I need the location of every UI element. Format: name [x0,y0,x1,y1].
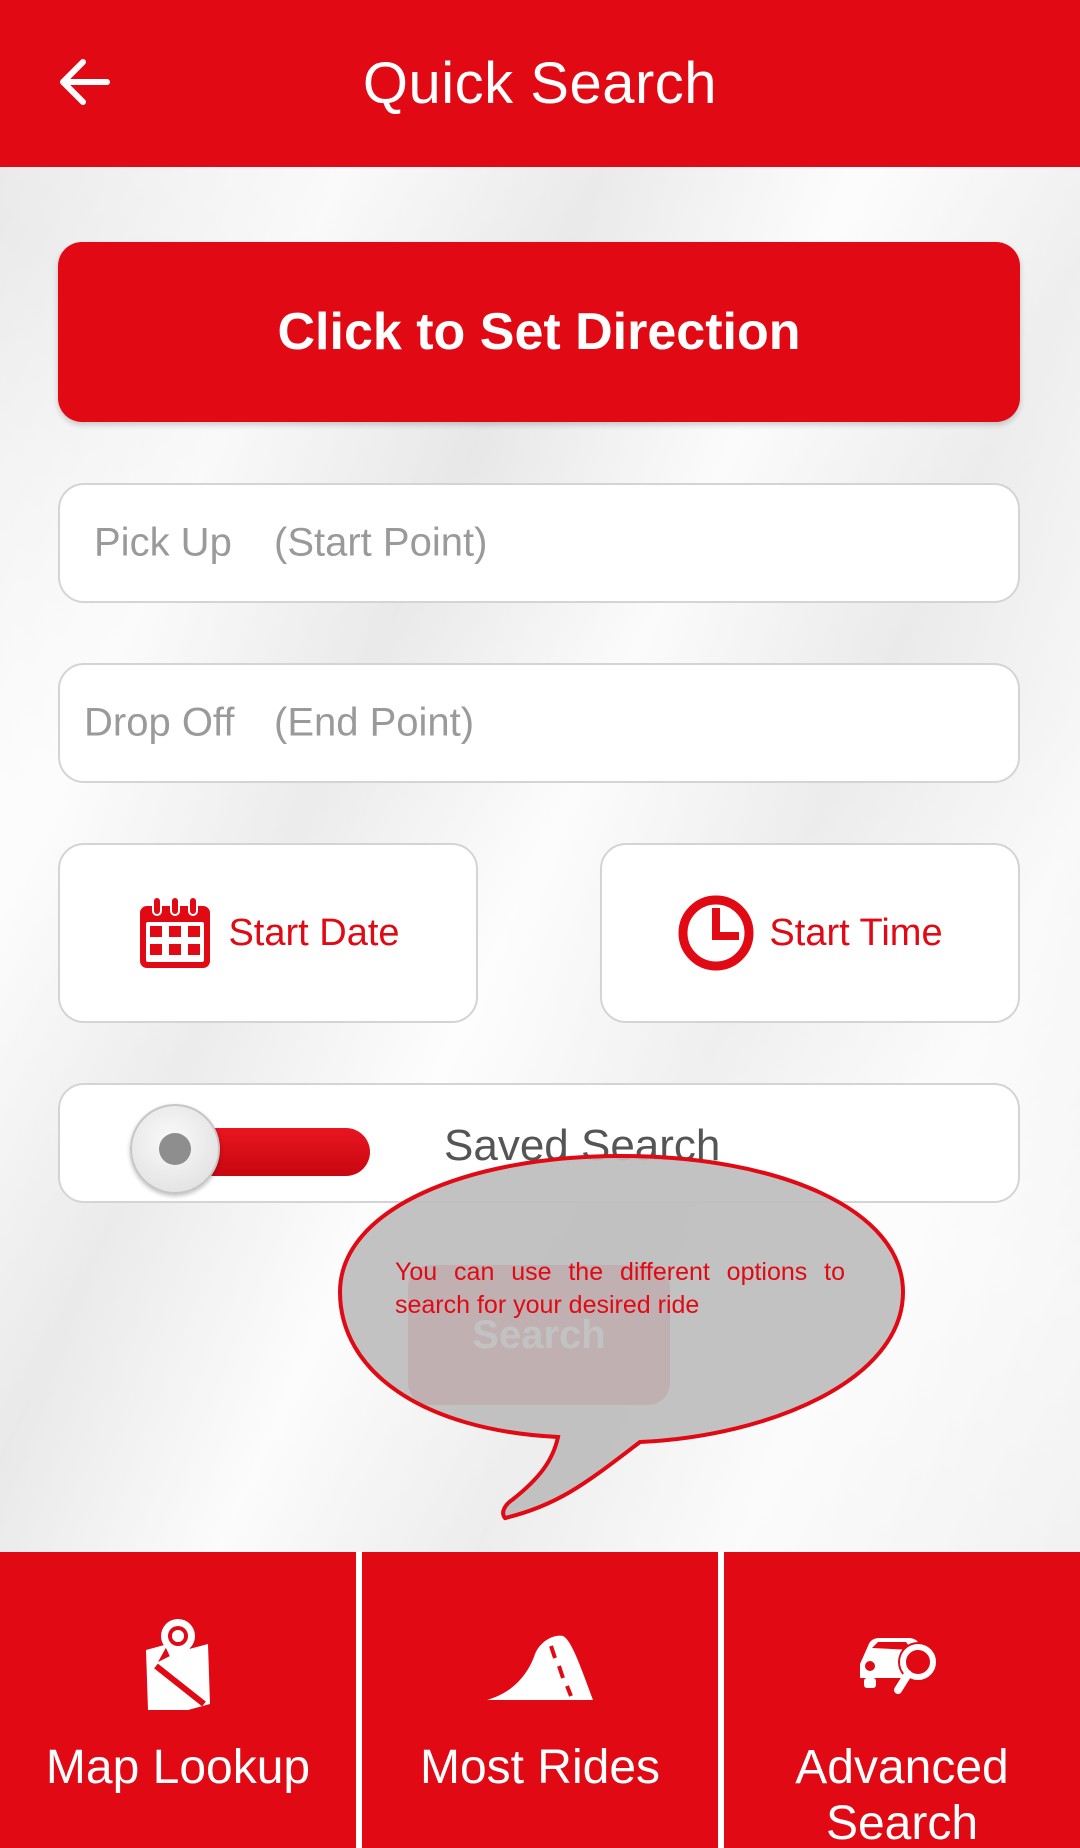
bottom-nav: Map Lookup Most Rides Advanced Search [0,1552,1080,1848]
start-time-button[interactable]: Start Time [600,843,1020,1023]
saved-search-label: Saved Search [444,1121,721,1170]
start-date-button[interactable]: Start Date [58,843,478,1023]
nav-map-lookup-label: Map Lookup [45,1741,311,1794]
start-time-label: Start Time [769,911,943,954]
start-date-label: Start Date [228,911,400,954]
tooltip-text: You can use the different options to sea… [395,1258,845,1319]
dropoff-hint: (End Point) [274,700,475,745]
page-title: Quick Search [362,51,718,116]
nav-advanced-search-label: Advanced Search [795,1741,1009,1848]
toggle-dot [159,1133,191,1165]
nav-most-rides-label: Most Rides [419,1741,661,1794]
pickup-label: Pick Up [94,520,232,565]
pickup-hint: (Start Point) [274,520,488,565]
calendar-icon [140,896,211,968]
app-bar: Quick Search [0,0,1080,167]
saved-search-row: Saved Search [58,1083,1020,1203]
car-search-icon [860,1638,938,1694]
map-pin-icon [146,1619,210,1710]
dropoff-field[interactable]: Drop Off (End Point) [58,663,1020,783]
set-direction-button[interactable]: Click to Set Direction [58,242,1020,422]
nav-advanced-search[interactable]: Advanced Search [724,1552,1080,1848]
clock-icon [678,895,754,971]
road-icon [487,1635,593,1700]
back-button[interactable] [50,48,118,116]
nav-map-lookup[interactable]: Map Lookup [0,1552,356,1848]
pickup-field[interactable]: Pick Up (Start Point) [58,483,1020,603]
toggle-knob[interactable] [130,1104,220,1194]
nav-most-rides[interactable]: Most Rides [362,1552,718,1848]
arrow-left-icon [60,59,110,105]
dropoff-label: Drop Off [84,700,235,745]
